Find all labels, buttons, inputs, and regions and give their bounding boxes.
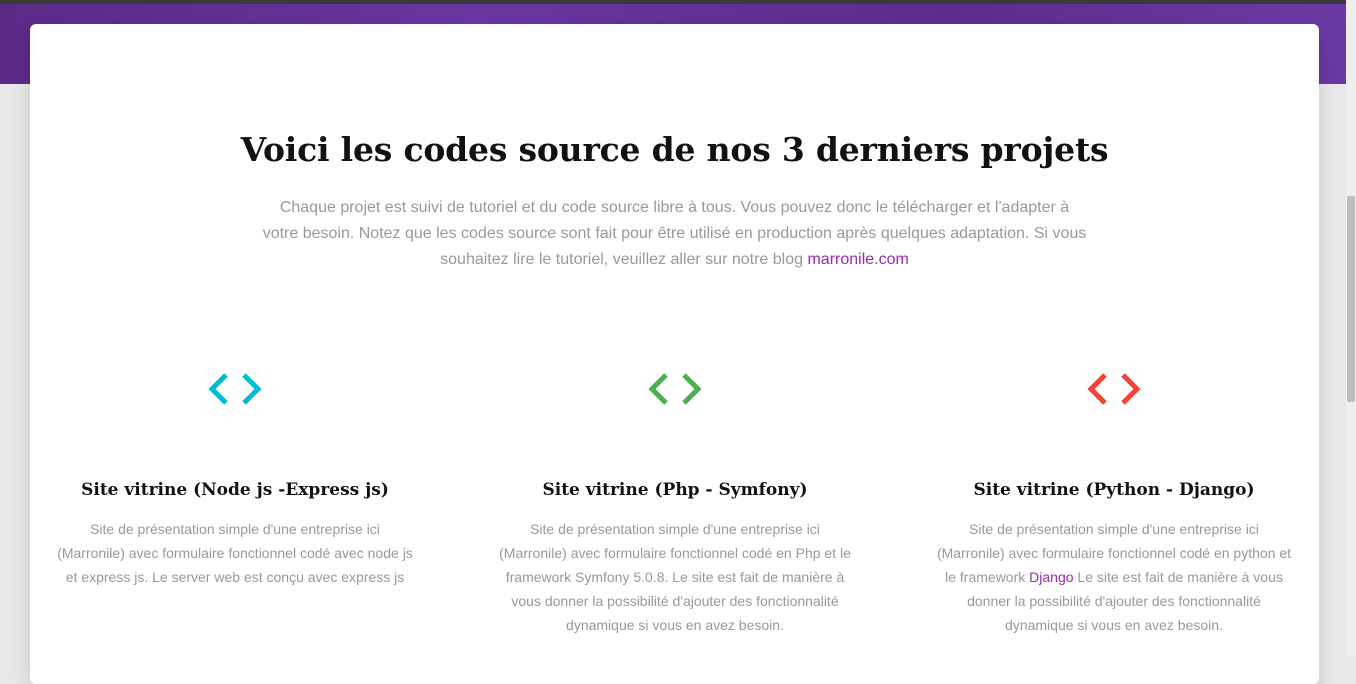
django-link[interactable]: Django [1029,569,1073,585]
project-description: Site de présentation simple d'une entrep… [934,517,1294,637]
project-description: Site de présentation simple d'une entrep… [499,521,851,633]
code-icon [495,364,855,414]
description-text: Chaque projet est suivi de tutoriel et d… [262,199,1087,268]
projects-section-card: Voici les codes source de nos 3 derniers… [30,24,1319,684]
project-title: Site vitrine (Php - Symfony) [542,480,808,500]
section-title: Voici les codes source de nos 3 derniers… [240,130,1109,169]
project-card-node: Site vitrine (Node js -Express js) Site … [55,364,415,585]
code-icon [55,364,415,414]
section-description: Chaque projet est suivi de tutoriel et d… [260,195,1089,273]
project-card-php: Site vitrine (Php - Symfony) Site de pré… [495,364,855,633]
blog-link[interactable]: marronile.com [807,251,908,268]
project-title: Site vitrine (Python - Django) [973,480,1255,500]
code-icon [934,364,1294,414]
vertical-scrollbar[interactable] [1346,0,1356,655]
project-description: Site de présentation simple d'une entrep… [57,521,413,585]
project-title: Site vitrine (Node js -Express js) [81,480,389,500]
scrollbar-thumb[interactable] [1347,196,1355,402]
project-card-python: Site vitrine (Python - Django) Site de p… [934,364,1294,633]
